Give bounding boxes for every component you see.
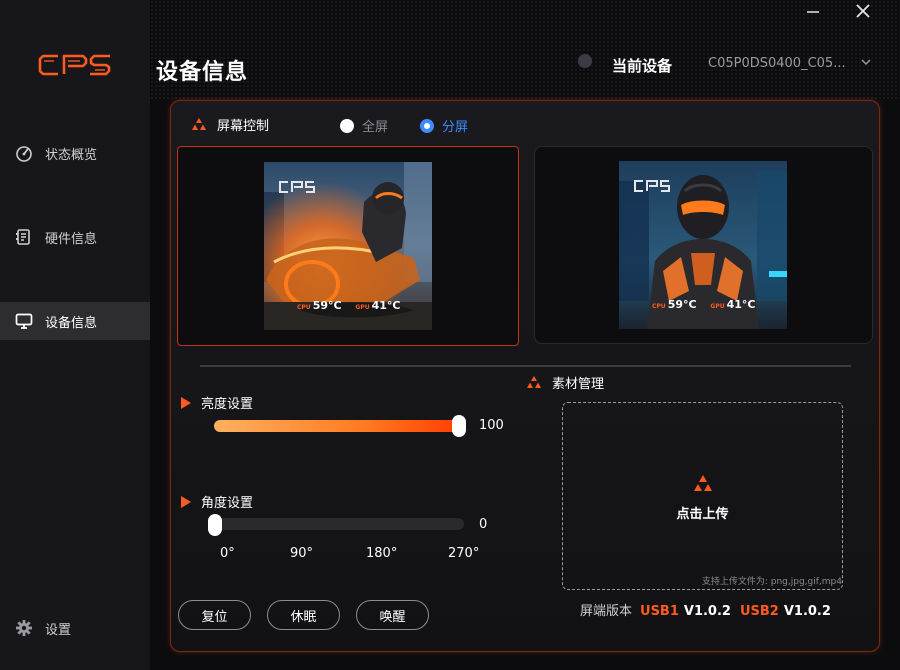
brightness-label: 亮度设置 <box>201 397 254 412</box>
play-arrow-icon <box>181 495 191 508</box>
device-status-dot <box>578 54 592 68</box>
section-divider <box>200 365 851 367</box>
cps-logo <box>38 54 111 76</box>
gpu-temp: 41°C <box>726 298 756 311</box>
cpu-temp: 59°C <box>667 298 697 311</box>
sidebar-item-label: 设置 <box>45 622 72 638</box>
brightness-knob[interactable] <box>452 415 466 437</box>
sidebar-item-label: 设备信息 <box>45 315 98 331</box>
screen-control-title: 屏幕控制 <box>191 115 269 134</box>
angle-slider[interactable] <box>214 518 464 530</box>
brightness-title: 亮度设置 <box>180 393 253 412</box>
mode-splitscreen-radio[interactable]: 分屏 <box>420 116 468 135</box>
gpu-label: GPU <box>710 303 725 310</box>
sidebar: 状态概览 硬件信息 设备信息 设置 <box>0 0 150 670</box>
angle-tick-0: 0° <box>220 546 235 561</box>
upload-icon <box>694 475 712 491</box>
triforce-icon <box>527 375 541 388</box>
angle-title: 角度设置 <box>180 492 253 511</box>
sidebar-item-settings[interactable]: 设置 <box>0 609 150 647</box>
usb2-version: V1.0.2 <box>783 604 831 619</box>
upload-area[interactable]: 点击上传 支持上传文件为: png,jpg,gif,mp4 <box>562 402 843 590</box>
gpu-label: GPU <box>355 304 370 311</box>
sidebar-item-device-info[interactable]: 设备信息 <box>0 302 150 340</box>
close-icon <box>856 4 870 18</box>
cpu-label: CPU <box>297 304 311 311</box>
play-arrow-icon <box>181 396 191 409</box>
usb1-label: USB1 <box>640 604 679 619</box>
brightness-slider[interactable] <box>214 420 466 432</box>
temp-overlay-2: CPU 59°C GPU 41°C <box>652 298 756 311</box>
hardware-icon <box>14 227 34 247</box>
version-label: 屏端版本 <box>580 604 633 619</box>
chevron-down-icon <box>861 59 871 66</box>
screen-preview-1[interactable]: CPU 59°C GPU 41°C <box>177 146 519 346</box>
radio-dot <box>340 118 354 133</box>
radio-label: 全屏 <box>362 120 389 135</box>
sidebar-item-label: 硬件信息 <box>45 231 98 247</box>
screen-control-label: 屏幕控制 <box>217 119 270 134</box>
sidebar-item-status-overview[interactable]: 状态概览 <box>0 134 150 172</box>
cpu-label: CPU <box>652 303 666 310</box>
sleep-button[interactable]: 休眠 <box>267 600 340 630</box>
monitor-icon <box>14 311 34 331</box>
angle-knob[interactable] <box>208 514 222 536</box>
angle-value: 0 <box>479 517 488 532</box>
brightness-fill <box>214 420 466 432</box>
gpu-temp: 41°C <box>371 299 401 312</box>
cpu-temp: 59°C <box>312 299 342 312</box>
angle-label: 角度设置 <box>201 496 254 511</box>
angle-tick-270: 270° <box>448 546 480 561</box>
radio-dot <box>420 118 434 133</box>
upload-label: 点击上传 <box>676 507 729 522</box>
wake-button[interactable]: 唤醒 <box>356 600 429 630</box>
angle-tick-90: 90° <box>290 546 314 561</box>
reset-button[interactable]: 复位 <box>178 600 251 630</box>
firmware-version: 屏端版本 USB1 V1.0.2 USB2 V1.0.2 <box>580 600 840 619</box>
triforce-icon <box>192 117 206 130</box>
material-title: 素材管理 <box>526 373 604 392</box>
screen-thumbnail-1: CPU 59°C GPU 41°C <box>264 162 432 330</box>
brightness-value: 100 <box>479 418 504 433</box>
angle-tick-180: 180° <box>366 546 398 561</box>
sidebar-item-label: 状态概览 <box>45 147 98 163</box>
current-device-label: 当前设备 <box>612 57 673 75</box>
upload-hint: 支持上传文件为: png,jpg,gif,mp4 <box>701 577 842 587</box>
material-label: 素材管理 <box>552 377 605 392</box>
usb2-label: USB2 <box>739 604 779 619</box>
device-select-value: C05P0DS0400_C05... <box>708 55 846 71</box>
radio-label: 分屏 <box>442 120 469 135</box>
screen-thumbnail-2: CPU 59°C GPU 41°C <box>619 161 787 329</box>
minimize-button[interactable] <box>796 0 830 22</box>
minimize-icon <box>807 11 819 13</box>
page-title: 设备信息 <box>156 60 249 85</box>
mode-fullscreen-radio[interactable]: 全屏 <box>340 116 388 135</box>
temp-overlay-1: CPU 59°C GPU 41°C <box>297 299 401 312</box>
device-select[interactable]: C05P0DS0400_C05... <box>700 48 880 78</box>
sidebar-item-hardware-info[interactable]: 硬件信息 <box>0 218 150 256</box>
usb1-version: V1.0.2 <box>683 604 731 619</box>
close-button[interactable] <box>846 0 880 22</box>
gear-icon <box>14 618 34 638</box>
screen-preview-2[interactable]: CPU 59°C GPU 41°C <box>534 146 873 344</box>
dashboard-icon <box>14 143 34 163</box>
